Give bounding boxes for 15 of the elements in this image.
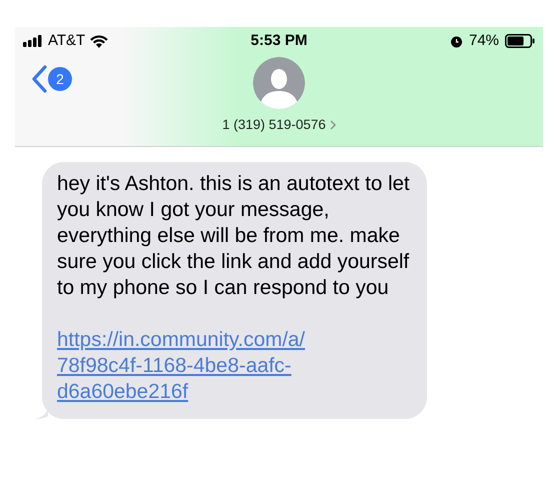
contact-avatar-icon[interactable] xyxy=(253,57,305,109)
battery-percent: 74% xyxy=(468,30,500,51)
unread-badge: 2 xyxy=(48,67,72,91)
status-time: 5:53 PM xyxy=(250,30,308,51)
message-link[interactable]: https://in.community.com/a/ 78f98c4f-1168-4be8-aafc- d6a60ebe216f xyxy=(57,327,412,405)
alarm-clock-icon xyxy=(450,34,463,48)
battery-icon xyxy=(505,34,536,48)
back-button[interactable]: 2 xyxy=(31,65,72,93)
signal-icon xyxy=(23,35,43,47)
carrier-label: AT&T xyxy=(48,30,86,51)
wifi-icon xyxy=(90,34,108,48)
message-text: hey it's Ashton. this is an autotext to let you know I got your message, everything else will be from me. make sure you click the link and add yourself to my phone so I can respond to you xyxy=(57,171,411,301)
back-chevron-icon xyxy=(31,65,47,93)
contact-name-button[interactable]: 1 (319) 519-0576 xyxy=(222,115,336,136)
chevron-right-icon xyxy=(330,120,336,130)
